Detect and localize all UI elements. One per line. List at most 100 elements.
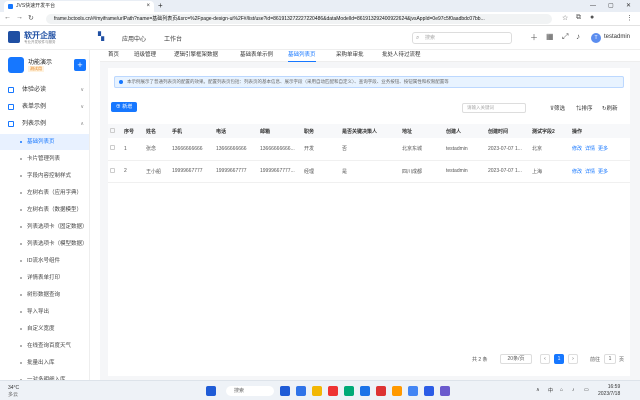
- add-icon[interactable]: ＋: [530, 32, 538, 43]
- table-row[interactable]: 2 王小船 19999667777 19999667777 19999667777...…: [108, 160, 630, 183]
- sidebar-item[interactable]: 在线查询百度天气: [0, 338, 89, 354]
- page-tab[interactable]: 班级管理: [134, 50, 156, 61]
- column-header[interactable]: 地址: [400, 124, 444, 138]
- taskbar-app-icon[interactable]: [408, 386, 418, 396]
- menu-workbench[interactable]: 工作台: [164, 34, 182, 43]
- sidebar-item[interactable]: 一对多明细入库: [0, 372, 89, 380]
- page-size-select[interactable]: 20条/页: [500, 354, 532, 364]
- browser-tab[interactable]: JVS快速开发平台 ×: [4, 1, 154, 12]
- back-icon[interactable]: ←: [4, 14, 11, 21]
- page-tab[interactable]: 首页: [108, 50, 119, 61]
- refresh-button[interactable]: ↻刷新: [602, 104, 618, 112]
- taskbar-app-icon[interactable]: [328, 386, 338, 396]
- sidebar-group-guide[interactable]: 体验必读 ∨: [0, 83, 89, 97]
- taskbar-app-icon[interactable]: [360, 386, 370, 396]
- column-header[interactable]: 姓名: [144, 124, 170, 138]
- goto-page-input[interactable]: 1: [604, 354, 616, 364]
- weather-widget[interactable]: 34°C 多云: [8, 385, 19, 398]
- apps-grid-icon[interactable]: ▚: [98, 32, 104, 41]
- column-header[interactable]: 是否关键决策人: [340, 124, 400, 138]
- tray-chevron-icon[interactable]: ∧: [536, 387, 540, 393]
- battery-icon[interactable]: ▭: [584, 387, 589, 393]
- column-header[interactable]: 职务: [302, 124, 340, 138]
- sidebar-item[interactable]: 左树右表（应用字典）: [0, 185, 89, 201]
- sidebar-item[interactable]: 字段内容控制样式: [0, 168, 89, 184]
- more-link[interactable]: 更多: [598, 146, 608, 152]
- menu-icon[interactable]: ⋮: [626, 14, 633, 22]
- column-header[interactable]: 序号: [122, 124, 144, 138]
- forward-icon[interactable]: →: [16, 14, 23, 21]
- sidebar-item[interactable]: 卡片管理列表: [0, 151, 89, 167]
- taskbar-app-icon[interactable]: [344, 386, 354, 396]
- taskbar-app-icon[interactable]: [312, 386, 322, 396]
- page-number-current[interactable]: 1: [554, 354, 564, 364]
- column-header[interactable]: 操作: [570, 124, 630, 138]
- row-checkbox[interactable]: [110, 145, 115, 151]
- sidebar-group-list[interactable]: 列表示例 ∧: [0, 117, 89, 131]
- column-header[interactable]: 手机: [170, 124, 214, 138]
- column-header[interactable]: 创建人: [444, 124, 486, 138]
- select-all-checkbox[interactable]: [110, 127, 115, 133]
- taskbar-app-icon[interactable]: [296, 386, 306, 396]
- url-field[interactable]: frame.bctools.cn/#/myiframe/urlPath?name…: [46, 14, 552, 24]
- sidebar-item[interactable]: 自定义宽度: [0, 321, 89, 337]
- sidebar-item[interactable]: 基础列表页: [0, 134, 89, 150]
- page-tab[interactable]: 批处人待过流程: [382, 50, 421, 61]
- taskbar-app-icon[interactable]: [376, 386, 386, 396]
- more-link[interactable]: 更多: [598, 169, 608, 175]
- volume-icon[interactable]: ♪: [572, 387, 575, 393]
- global-search-input[interactable]: ⌕ 搜索: [412, 32, 512, 44]
- taskbar-search[interactable]: 搜索: [226, 386, 274, 396]
- detail-link[interactable]: 详情: [585, 146, 595, 152]
- taskbar-app-icon[interactable]: [424, 386, 434, 396]
- avatar[interactable]: T: [591, 33, 601, 43]
- star-icon[interactable]: ☆: [562, 14, 568, 22]
- keyword-search-input[interactable]: 请输入关键词: [462, 103, 526, 113]
- add-button[interactable]: ⊕ 新增: [111, 102, 137, 112]
- column-header[interactable]: 测试字段2: [530, 124, 570, 138]
- sidebar-item[interactable]: 批量出入库: [0, 355, 89, 371]
- sort-button[interactable]: ⇅排序: [576, 104, 593, 112]
- sidebar-group-form[interactable]: 表单示例 ∨: [0, 100, 89, 114]
- prev-page-button[interactable]: ‹: [540, 354, 550, 364]
- taskbar-app-icon[interactable]: [280, 386, 290, 396]
- sidebar-item[interactable]: 左树右表（数据模型）: [0, 202, 89, 218]
- row-checkbox[interactable]: [110, 167, 115, 173]
- sidebar-item[interactable]: ID流水号组件: [0, 253, 89, 269]
- column-header[interactable]: 电话: [214, 124, 258, 138]
- clock[interactable]: 16:59 2023/7/18: [598, 384, 620, 398]
- new-tab-button[interactable]: +: [158, 0, 163, 12]
- expand-icon[interactable]: ⤢: [562, 32, 568, 42]
- minimize-icon[interactable]: —: [590, 0, 596, 12]
- maximize-icon[interactable]: ▢: [608, 0, 614, 12]
- reload-icon[interactable]: ↻: [28, 14, 34, 22]
- layout-icon[interactable]: ▦: [546, 32, 554, 41]
- sidebar-item[interactable]: 列表选项卡（固定数据）: [0, 219, 89, 235]
- edit-link[interactable]: 修改: [572, 146, 582, 152]
- close-window-icon[interactable]: ✕: [626, 0, 631, 12]
- username[interactable]: testadmin: [604, 34, 630, 40]
- table-row[interactable]: 1 张念 13666666666 13666666666 13666666666... 开…: [108, 138, 630, 161]
- bell-icon[interactable]: ♪: [576, 32, 580, 41]
- filter-button[interactable]: ⊽筛选: [550, 104, 565, 112]
- network-icon[interactable]: ⌂: [560, 387, 563, 393]
- sidebar-item[interactable]: 列表选项卡（模型数据）: [0, 236, 89, 252]
- next-page-button[interactable]: ›: [568, 354, 578, 364]
- column-header[interactable]: 创建时间: [486, 124, 530, 138]
- column-header[interactable]: [108, 124, 122, 138]
- start-icon[interactable]: [206, 386, 216, 396]
- taskbar-app-icon[interactable]: [392, 386, 402, 396]
- taskbar-app-icon[interactable]: [440, 386, 450, 396]
- edit-link[interactable]: 修改: [572, 169, 582, 175]
- extensions-icon[interactable]: ⧉: [576, 14, 581, 22]
- page-tab[interactable]: 基础表单示例: [240, 50, 273, 61]
- sidebar-item[interactable]: 导入导出: [0, 304, 89, 320]
- page-tab[interactable]: 基础列表页: [288, 50, 316, 62]
- profile-icon[interactable]: ●: [590, 14, 594, 21]
- ime-indicator[interactable]: 中: [548, 387, 553, 394]
- app-switcher[interactable]: 功能演示 测试用 +: [6, 55, 86, 75]
- column-header[interactable]: 邮箱: [258, 124, 302, 138]
- detail-link[interactable]: 详情: [585, 169, 595, 175]
- sidebar-item[interactable]: 树形数据查询: [0, 287, 89, 303]
- sidebar-item[interactable]: 详情表单打印: [0, 270, 89, 286]
